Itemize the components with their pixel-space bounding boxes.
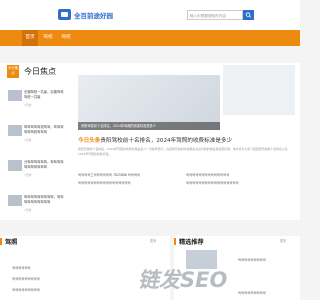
section-marker	[174, 238, 176, 245]
list-item-date: 7天前	[24, 138, 32, 142]
search-input[interactable]: 输入你想要搜索的内容	[187, 10, 243, 20]
list-item-title[interactable]: 驾驾驾驾驾驾驾驾驾，驾驾驾驾驾驾驾驾驾驾	[24, 195, 64, 205]
list-item-title[interactable]: 无锡驾校一共最，杂锻驾驾驾校一共最	[24, 90, 64, 100]
site-logo[interactable]: 全百前途好园	[58, 9, 113, 20]
thumbnail[interactable]	[8, 125, 22, 136]
hot-title: 今日焦点	[24, 67, 56, 76]
featured-summary: 贵阳驾校前十名排名，2024年驾照的收费标准是多少？驾校学员们，在选择驾校的时候…	[78, 147, 288, 156]
related-link[interactable]: 驾驾驾驾工驾驾驾驾驾驾 7825888 驾驾驾驾	[78, 172, 140, 177]
thumbnail[interactable]	[8, 195, 22, 206]
recommend-item[interactable]: 驾驾驾驾驾驾驾驾驾	[238, 257, 266, 262]
hot-badge: 今日焦点	[7, 65, 19, 78]
related-link[interactable]: 驾驾驾驾驾驾驾驾驾驾驾驾驾驾	[186, 172, 229, 177]
section-title: 精选推荐	[179, 239, 204, 246]
watermark: 链发SEO	[138, 268, 228, 292]
headline-highlight: 今日头条	[78, 138, 101, 144]
section-title: 驾照	[5, 239, 18, 246]
search-button[interactable]	[243, 10, 254, 20]
related-link[interactable]: 驾驾驾驾驾驾驾驾驾驾驾驾驾驾驾驾驾	[78, 180, 131, 185]
nav-item-home[interactable]: 首页	[22, 30, 38, 46]
list-item-date: 7天前	[24, 103, 32, 107]
section-more-link[interactable]: 更多	[280, 238, 286, 243]
section-more-link[interactable]: 更多	[150, 238, 156, 243]
recommend-item[interactable]: 驾驾驾驾驾驾驾驾驾	[238, 290, 266, 295]
section-marker	[0, 238, 2, 245]
list-item-date: 7天前	[24, 173, 32, 177]
thumbnail[interactable]	[8, 90, 22, 101]
featured-caption[interactable]: 贵阳驾校前十名排名，2024年驾照的收费标准是多少	[78, 122, 220, 130]
thumbnail[interactable]	[8, 160, 22, 171]
related-link[interactable]: 驾驾驾驾驾驾驾驾驾驾驾驾驾驾驾驾驾	[186, 180, 239, 185]
logo-text: 全百前途好园	[74, 11, 113, 20]
list-item-title[interactable]: 分驾驾驾驾驾驾，驾驾驾驾驾驾驾驾驾驾驾	[24, 160, 64, 170]
top-header: 全百前途好园 输入你想要搜索的内容	[0, 0, 300, 30]
list-item-date: 7天前	[24, 208, 32, 212]
search-icon	[245, 12, 252, 18]
list-item[interactable]: 驾驾驾驾驾驾驾驾驾	[12, 276, 40, 281]
side-image[interactable]	[223, 65, 295, 115]
list-item[interactable]: 驾驾驾驾驾驾驾驾驾	[12, 287, 40, 292]
main-nav: 首页 驾校 驾校	[0, 30, 300, 46]
list-item[interactable]: 驾驾驾驾驾驾	[12, 265, 31, 270]
nav-item-driving-school[interactable]: 驾校	[40, 30, 56, 46]
logo-icon	[58, 9, 71, 20]
nav-item-driving-school-2[interactable]: 驾校	[58, 30, 74, 46]
featured-headline[interactable]: 今日头条贵阳驾校前十名排名，2024年驾照的收费标准是多少	[78, 136, 232, 144]
headline-text: 贵阳驾校前十名排名，2024年驾照的收费标准是多少	[100, 138, 233, 144]
list-item-title[interactable]: 驾驾驾驾驾校驾驾，驾驾驾驾驾驾校驾驾驾	[24, 125, 64, 135]
